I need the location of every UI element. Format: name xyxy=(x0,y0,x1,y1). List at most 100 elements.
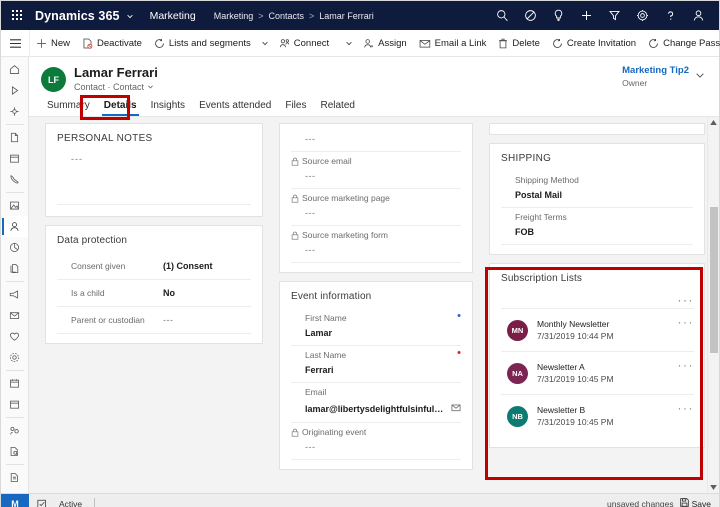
assign-button[interactable]: Assign xyxy=(357,30,413,56)
tab-related[interactable]: Related xyxy=(314,100,360,116)
marketing-page-icon[interactable] xyxy=(2,441,28,462)
hamburger-menu-icon[interactable] xyxy=(1,30,30,56)
save-button-label: Save xyxy=(691,498,711,507)
subscription-lists-icon[interactable] xyxy=(2,258,28,279)
social-posts-icon[interactable] xyxy=(2,420,28,441)
segments-pie-icon[interactable] xyxy=(2,237,28,258)
list-item-overflow-button[interactable]: ··· xyxy=(678,359,695,371)
change-password-label: Change Password xyxy=(663,37,720,49)
subscription-lists-overflow-button[interactable]: ··· xyxy=(678,294,695,306)
plus-icon[interactable] xyxy=(574,5,599,27)
source-card: --- Source email --- Source marketing pa… xyxy=(279,123,473,273)
email-a-link-button[interactable]: Email a Link xyxy=(413,30,493,56)
chevron-right-icon: > xyxy=(258,10,264,21)
waffle-grid-icon[interactable] xyxy=(7,7,27,25)
page-icon[interactable] xyxy=(2,127,28,148)
chevron-down-icon[interactable] xyxy=(695,70,705,80)
customer-journey-icon[interactable] xyxy=(2,347,28,368)
list-item-date: 7/31/2019 10:45 PM xyxy=(537,417,614,427)
scroll-down-arrow-icon[interactable] xyxy=(708,482,719,493)
new-button[interactable]: New xyxy=(30,30,76,56)
create-invitation-button[interactable]: Create Invitation xyxy=(546,30,642,56)
rail-divider xyxy=(5,370,24,371)
list-item-overflow-button[interactable]: ··· xyxy=(678,402,695,414)
form-column-3: SHIPPING Shipping Method Postal Mail Fre… xyxy=(481,117,719,493)
list-item-text: Monthly Newsletter 7/31/2019 10:44 PM xyxy=(537,318,614,342)
filter-focus-icon[interactable] xyxy=(518,5,543,27)
change-password-button[interactable]: Change Password xyxy=(642,30,720,56)
chevron-down-icon[interactable] xyxy=(147,82,154,92)
field-label-row: Source marketing form xyxy=(291,229,461,242)
owner-name[interactable]: Marketing Tip2 xyxy=(622,65,689,77)
lists-and-segments-label: Lists and segments xyxy=(168,37,251,49)
person-icon[interactable] xyxy=(686,5,711,27)
campaign-megaphone-icon[interactable] xyxy=(2,284,28,305)
app-badge[interactable]: M xyxy=(1,493,29,507)
accounts-icon[interactable] xyxy=(2,195,28,216)
tab-insights[interactable]: Insights xyxy=(145,100,191,116)
form-edit-icon[interactable] xyxy=(37,499,47,507)
field-last-name[interactable]: Last Name • Ferrari xyxy=(291,346,461,383)
deactivate-button[interactable]: Deactivate xyxy=(76,30,148,56)
personal-notes-body[interactable]: --- xyxy=(57,151,251,207)
form-scrollbar[interactable] xyxy=(707,117,719,493)
tab-events-attended[interactable]: Events attended xyxy=(193,100,277,116)
field-consent-given[interactable]: Consent given (1) Consent xyxy=(57,253,251,280)
scroll-up-arrow-icon[interactable] xyxy=(708,117,719,128)
breadcrumb-item[interactable]: Marketing xyxy=(214,11,254,21)
sidebar-item-contacts[interactable] xyxy=(1,216,28,237)
field-source-marketing-form[interactable]: Source marketing form --- xyxy=(291,226,461,263)
list-item[interactable]: NA Newsletter A 7/31/2019 10:45 PM ··· xyxy=(501,351,694,394)
chevron-down-icon[interactable] xyxy=(341,39,357,47)
lightbulb-icon[interactable] xyxy=(546,5,571,27)
save-button[interactable]: Save xyxy=(679,498,711,507)
pinned-icon[interactable] xyxy=(2,101,28,122)
field-source-email[interactable]: Source email --- xyxy=(291,152,461,189)
tab-details[interactable]: Details xyxy=(98,100,143,116)
field-source-top[interactable]: --- xyxy=(291,128,461,152)
breadcrumb-item[interactable]: Lamar Ferrari xyxy=(319,11,374,21)
field-label: First Name xyxy=(305,313,347,323)
delete-button[interactable]: Delete xyxy=(492,30,545,56)
tab-files[interactable]: Files xyxy=(279,100,312,116)
search-icon[interactable] xyxy=(490,5,515,27)
field-parent-or-custodian[interactable]: Parent or custodian --- xyxy=(57,307,251,334)
list-item-overflow-button[interactable]: ··· xyxy=(678,316,695,328)
marketing-form-icon[interactable] xyxy=(2,467,28,488)
events-calendar-icon[interactable] xyxy=(2,373,28,394)
phone-icon[interactable] xyxy=(2,169,28,190)
calendar-icon[interactable] xyxy=(2,148,28,169)
field-source-marketing-page[interactable]: Source marketing page --- xyxy=(291,189,461,226)
field-originating-event[interactable]: Originating event --- xyxy=(291,423,461,460)
field-first-name[interactable]: First Name • Lamar xyxy=(291,309,461,346)
field-value: --- xyxy=(305,208,316,218)
tab-summary[interactable]: Summary xyxy=(41,100,96,116)
chevron-down-icon[interactable] xyxy=(126,12,134,20)
field-value: No xyxy=(163,288,175,298)
chevron-down-icon[interactable] xyxy=(257,39,273,47)
lists-segments-icon xyxy=(154,38,165,49)
recent-play-icon[interactable] xyxy=(2,80,28,101)
field-email[interactable]: Email lamar@libertysdelightfulsinfulbake… xyxy=(291,383,461,423)
gear-icon[interactable] xyxy=(630,5,655,27)
home-icon[interactable] xyxy=(2,59,28,80)
scrollbar-thumb[interactable] xyxy=(710,207,718,353)
field-shipping-method[interactable]: Shipping Method Postal Mail xyxy=(501,171,693,208)
field-is-a-child[interactable]: Is a child No xyxy=(57,280,251,307)
connect-button[interactable]: Connect xyxy=(273,30,335,56)
heart-icon[interactable] xyxy=(2,326,28,347)
event-registration-icon[interactable] xyxy=(2,394,28,415)
list-item-text: Newsletter B 7/31/2019 10:45 PM xyxy=(537,404,614,428)
breadcrumb-item[interactable]: Contacts xyxy=(268,11,304,21)
question-icon[interactable] xyxy=(658,5,683,27)
list-item[interactable]: MN Monthly Newsletter 7/31/2019 10:44 PM… xyxy=(501,308,694,351)
lists-and-segments-button[interactable]: Lists and segments xyxy=(148,30,257,56)
marketing-email-icon[interactable] xyxy=(2,305,28,326)
email-open-icon[interactable] xyxy=(451,399,461,417)
avatar: NB xyxy=(507,405,528,427)
list-item[interactable]: NB Newsletter B 7/31/2019 10:45 PM ··· xyxy=(501,394,694,437)
brand-title[interactable]: Dynamics 365 xyxy=(35,9,120,23)
funnel-icon[interactable] xyxy=(602,5,627,27)
field-freight-terms[interactable]: Freight Terms FOB xyxy=(501,208,693,245)
list-item-text: Newsletter A 7/31/2019 10:45 PM xyxy=(537,361,614,385)
